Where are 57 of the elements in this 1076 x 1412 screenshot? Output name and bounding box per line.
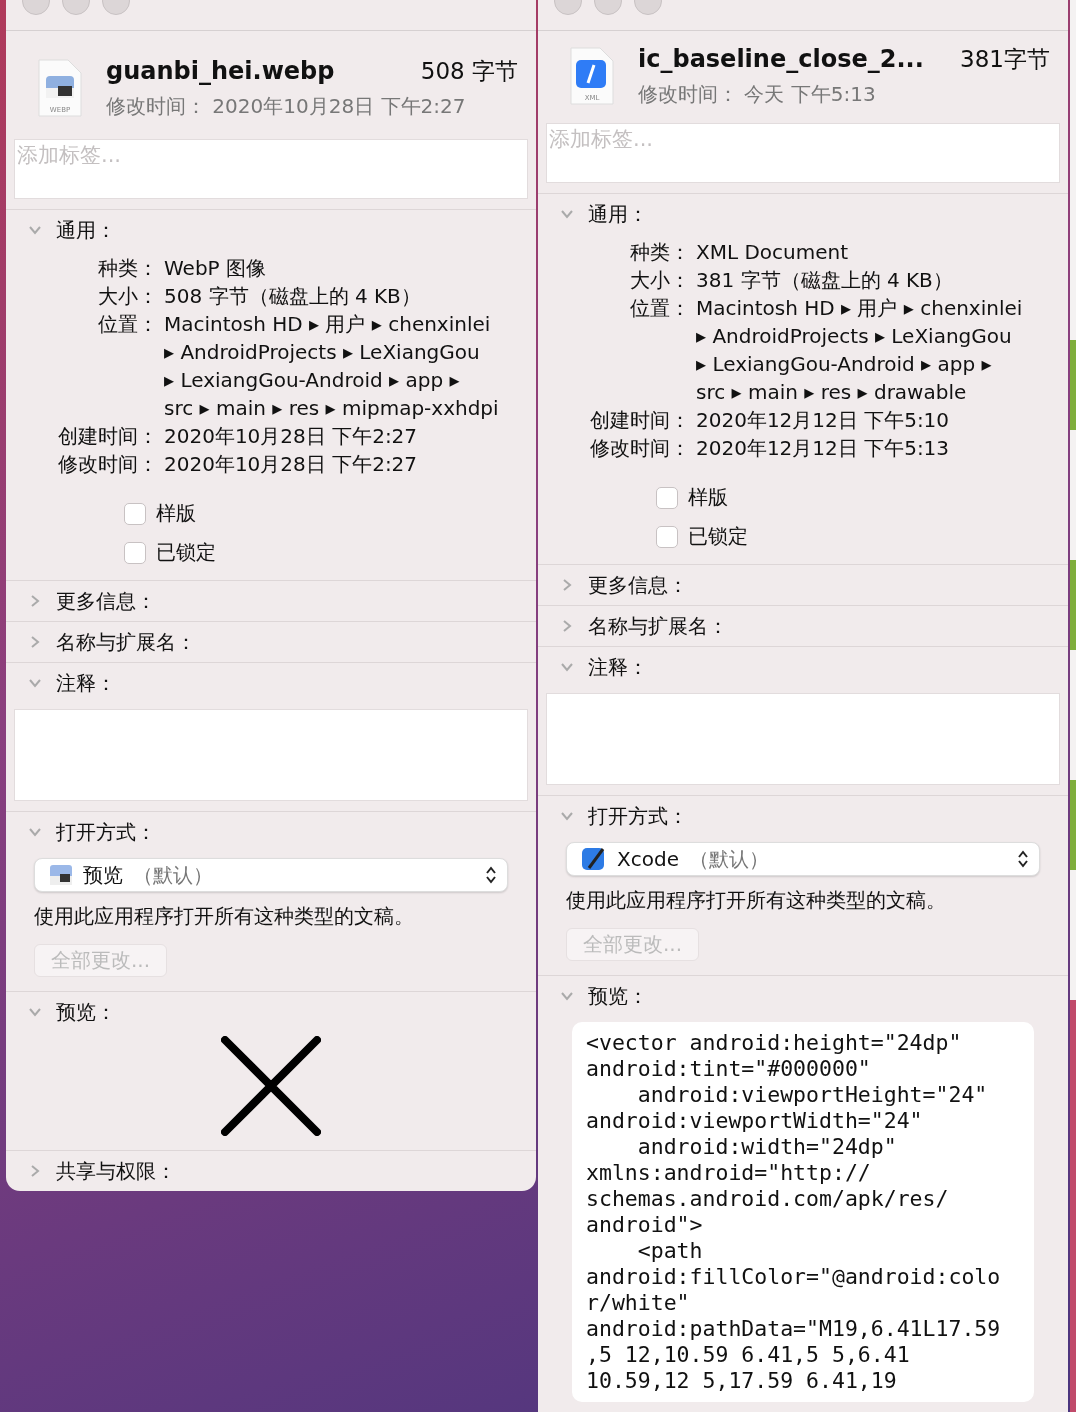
section-title: 通用： [56,216,116,244]
field-label: 种类： [629,239,690,266]
field-label: 种类： [97,255,158,282]
field-value: Macintosh HD ▸ 用户 ▸ chenxinlei ▸ AndroidProjects ▸ LeXiangGou ▸ LexiangGou-Android ▸ app ▸ src ▸ main ▸ res ▸ mipmap-xxhdpi [163,311,500,422]
section-title: 更多信息： [56,587,156,615]
field-label: 创建时间： [589,407,690,434]
field-label: 修改时间： [57,451,158,478]
modified-date: 修改时间： 2020年10月28日 下午2:27 [106,93,467,120]
updown-icon [1017,850,1029,868]
field-value: 2020年10月28日 下午2:27 [163,451,419,478]
updown-icon [485,866,497,884]
field-label: 修改时间： [589,435,690,462]
field-value: Macintosh HD ▸ 用户 ▸ chenxinlei ▸ AndroidProjects ▸ LeXiangGou ▸ LexiangGou-Android ▸ app ▸ src ▸ main ▸ res ▸ drawable [695,295,1024,406]
checkbox[interactable]: 样版 [124,500,536,527]
field-label: 大小： [629,267,690,294]
section-title: 通用： [588,200,648,228]
file-name: ic_baseline_close_2... [638,45,924,73]
app-icon [49,863,73,887]
field-value: 508 字节（磁盘上的 4 KB） [163,283,422,310]
app-icon [581,846,607,872]
section-title: 注释： [588,653,648,681]
field-value: 2020年12月12日 下午5:13 [695,435,951,462]
field-label: 位置： [629,295,690,322]
checkbox[interactable]: 已锁定 [124,539,536,566]
tags-field[interactable]: 添加标签... [14,139,528,199]
description-text: 使用此应用程序打开所有这种类型的文稿。 [34,903,415,930]
file-size: 381字节 [960,45,1050,74]
field-value: XML Document [695,239,850,266]
description-text: 使用此应用程序打开所有这种类型的文稿。 [566,887,947,914]
comments-field[interactable] [14,709,528,801]
code-preview: <vector android:height="24dp" android:tint="#000000" android:viewportHeight="24" android:viewportWidth="24" android:width="24dp" xmlns:android="http:// schemas.android.com/apk/res/ android"> <path android:fillColor="@android:colo r/white" android:pathData="M19,6.41L17.59 ,5 12,10.59 6.41,5 5,6.41 10.59,12 5,17.59 6.41,19 [572,1022,1034,1402]
file-name: guanbi_hei.webp [106,57,335,85]
field-value: 2020年12月12日 下午5:10 [695,407,951,434]
section-title: 打开方式： [588,802,688,830]
section-title: 名称与扩展名： [588,612,728,640]
app-select[interactable]: Xcode （默认） [566,842,1040,876]
close-icon [221,1036,321,1136]
field-value: 381 字节（磁盘上的 4 KB） [695,267,954,294]
section-title: 更多信息： [588,571,688,599]
section-title: 预览： [56,998,116,1026]
tags-field[interactable]: 添加标签... [546,123,1060,183]
field-label: 位置： [97,311,158,338]
section-title: 共享与权限： [56,1157,176,1185]
file-size: 508 字节 [420,57,518,86]
modified-date: 修改时间： 今天 下午5:13 [638,81,877,108]
section-title: 名称与扩展名： [56,628,196,656]
checkbox[interactable]: 已锁定 [656,523,1068,550]
section-title: 打开方式： [56,818,156,846]
field-label: 创建时间： [57,423,158,450]
field-label: 大小： [97,283,158,310]
field-value: WebP 图像 [163,255,268,282]
comments-field[interactable] [546,693,1060,785]
app-select[interactable]: 预览 （默认） [34,858,508,892]
checkbox[interactable]: 样版 [656,484,1068,511]
field-value: 2020年10月28日 下午2:27 [163,423,419,450]
section-title: 注释： [56,669,116,697]
section-title: 预览： [588,982,648,1010]
